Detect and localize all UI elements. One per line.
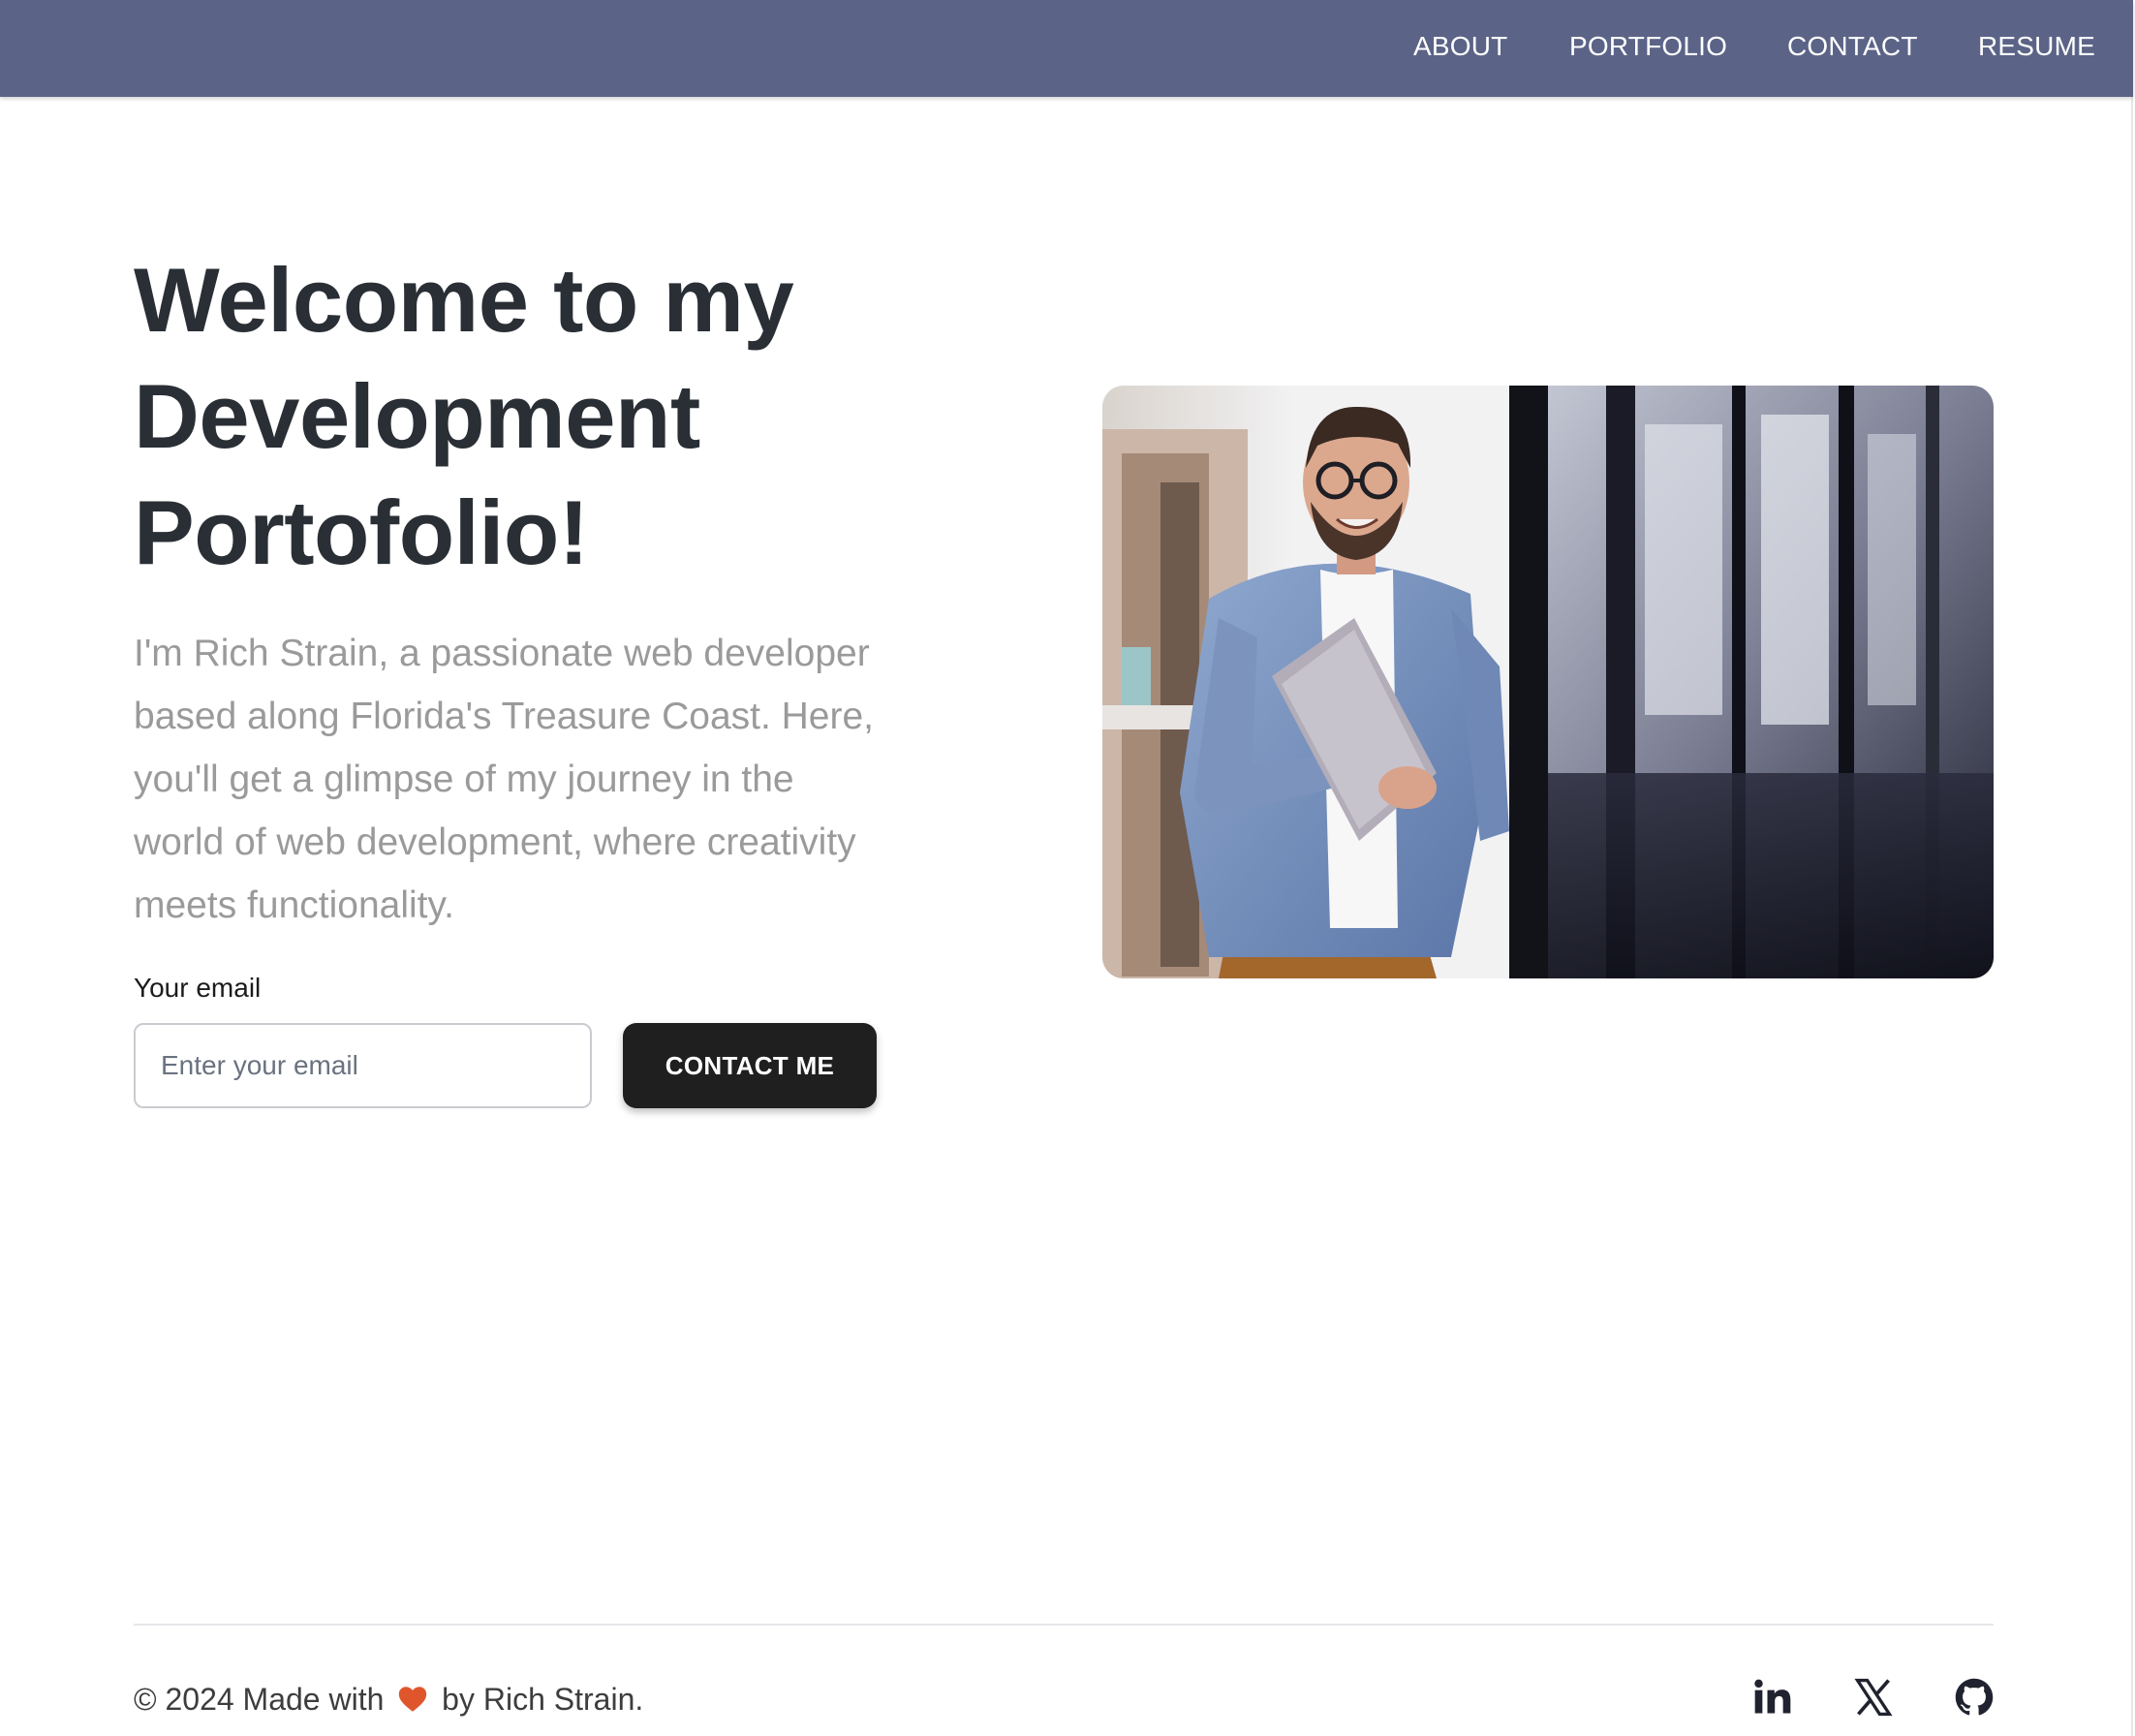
top-navbar: ABOUT PORTFOLIO CONTACT RESUME xyxy=(0,0,2133,97)
nav-link-about[interactable]: ABOUT xyxy=(1413,29,1507,64)
hero-description-line: world of web development, where creativi… xyxy=(134,822,856,863)
email-label: Your email xyxy=(134,973,262,1003)
footer-copyright: © 2024 Made with by Rich Strain. xyxy=(134,1680,643,1719)
github-icon[interactable] xyxy=(1953,1676,1996,1719)
nav-link-resume[interactable]: RESUME xyxy=(1978,29,2095,64)
hero-title-line: Development xyxy=(134,365,700,467)
hero-title: Welcome to my Development Portofolio! xyxy=(134,242,967,591)
contact-me-button[interactable]: CONTACT ME xyxy=(623,1023,877,1108)
hero-description-line: I'm Rich Strain, a passionate web develo… xyxy=(134,633,870,674)
hero-title-line: Portofolio! xyxy=(134,481,589,583)
hero-description-line: meets functionality. xyxy=(134,884,454,926)
nav-link-contact[interactable]: CONTACT xyxy=(1787,29,1918,64)
email-input[interactable] xyxy=(134,1023,592,1108)
footer-divider xyxy=(134,1624,1994,1626)
heart-icon xyxy=(399,1687,427,1712)
browser-page: ABOUT PORTFOLIO CONTACT RESUME Welcome t… xyxy=(0,0,2135,1736)
footer-copyright-prefix: © 2024 Made with xyxy=(134,1682,385,1717)
hero-title-line: Welcome to my xyxy=(134,249,794,351)
linkedin-icon[interactable] xyxy=(1751,1676,1794,1719)
hero-portrait-image xyxy=(1102,386,1994,978)
hero-description: I'm Rich Strain, a passionate web develo… xyxy=(134,622,909,937)
hero-description-line: you'll get a glimpse of my journey in th… xyxy=(134,759,794,800)
page-viewport: ABOUT PORTFOLIO CONTACT RESUME Welcome t… xyxy=(0,0,2133,1736)
hero-description-line: based along Florida's Treasure Coast. He… xyxy=(134,696,875,737)
nav-link-portfolio[interactable]: PORTFOLIO xyxy=(1569,29,1727,64)
footer-copyright-suffix: by Rich Strain. xyxy=(442,1682,644,1717)
x-icon[interactable] xyxy=(1852,1676,1895,1719)
